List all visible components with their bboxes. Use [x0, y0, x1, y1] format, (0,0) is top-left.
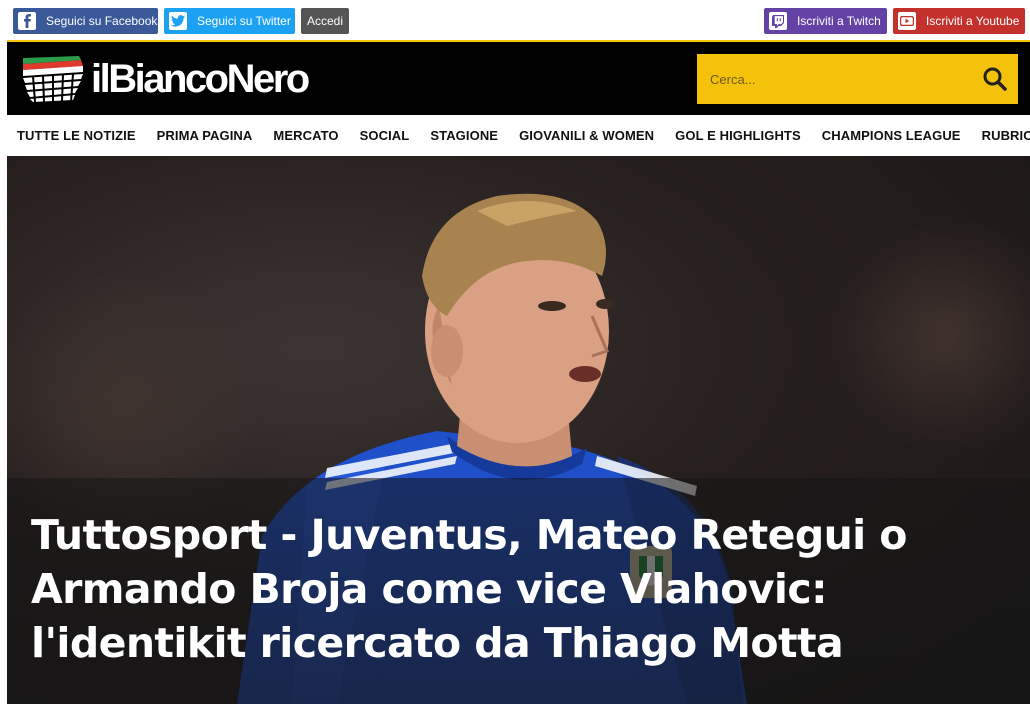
nav-item-mercato[interactable]: MERCATO: [273, 128, 338, 143]
facebook-follow-button[interactable]: Seguici su Facebook: [13, 8, 158, 34]
twitch-subscribe-button[interactable]: Iscriviti a Twitch: [764, 8, 887, 34]
twitter-icon: [169, 12, 187, 30]
twitch-subscribe-label: Iscriviti a Twitch: [797, 14, 881, 28]
top-social-bar: Seguici su Facebook Seguici su Twitter A…: [0, 0, 1030, 42]
search-box: [697, 54, 1018, 104]
nav-item-giovanili-women[interactable]: GIOVANILI & WOMEN: [519, 128, 654, 143]
hero-article[interactable]: Tuttosport - Juventus, Mateo Retegui o A…: [7, 156, 1030, 704]
youtube-subscribe-label: Iscriviti a Youtube: [926, 14, 1020, 28]
nav-item-champions-league[interactable]: CHAMPIONS LEAGUE: [822, 128, 961, 143]
youtube-icon: [898, 12, 916, 30]
nav-item-social[interactable]: SOCIAL: [360, 128, 410, 143]
login-label: Accedi: [306, 14, 344, 28]
twitter-follow-label: Seguici su Twitter: [197, 14, 291, 28]
site-header: ilBiancoNero: [7, 42, 1030, 115]
logo-text: ilBiancoNero: [91, 57, 310, 101]
search-icon[interactable]: [982, 66, 1008, 92]
article-headline[interactable]: Tuttosport - Juventus, Mateo Retegui o A…: [31, 508, 931, 670]
nav-item-rubriche[interactable]: RUBRICHE: [982, 128, 1030, 143]
nav-item-gol-highlights[interactable]: GOL E HIGHLIGHTS: [675, 128, 801, 143]
logo-stadium-icon: [23, 56, 83, 102]
login-button[interactable]: Accedi: [301, 8, 349, 34]
facebook-icon: [18, 12, 36, 30]
site-logo[interactable]: ilBiancoNero: [21, 55, 310, 103]
twitch-icon: [769, 12, 787, 30]
nav-item-stagione[interactable]: STAGIONE: [430, 128, 498, 143]
facebook-follow-label: Seguici su Facebook: [46, 14, 158, 28]
search-input[interactable]: [697, 54, 967, 104]
youtube-subscribe-button[interactable]: Iscriviti a Youtube: [893, 8, 1025, 34]
twitter-follow-button[interactable]: Seguici su Twitter: [164, 8, 295, 34]
nav-item-tutte-le-notizie[interactable]: TUTTE LE NOTIZIE: [17, 128, 136, 143]
main-nav: TUTTE LE NOTIZIE PRIMA PAGINA MERCATO SO…: [7, 115, 1030, 156]
nav-item-prima-pagina[interactable]: PRIMA PAGINA: [157, 128, 253, 143]
